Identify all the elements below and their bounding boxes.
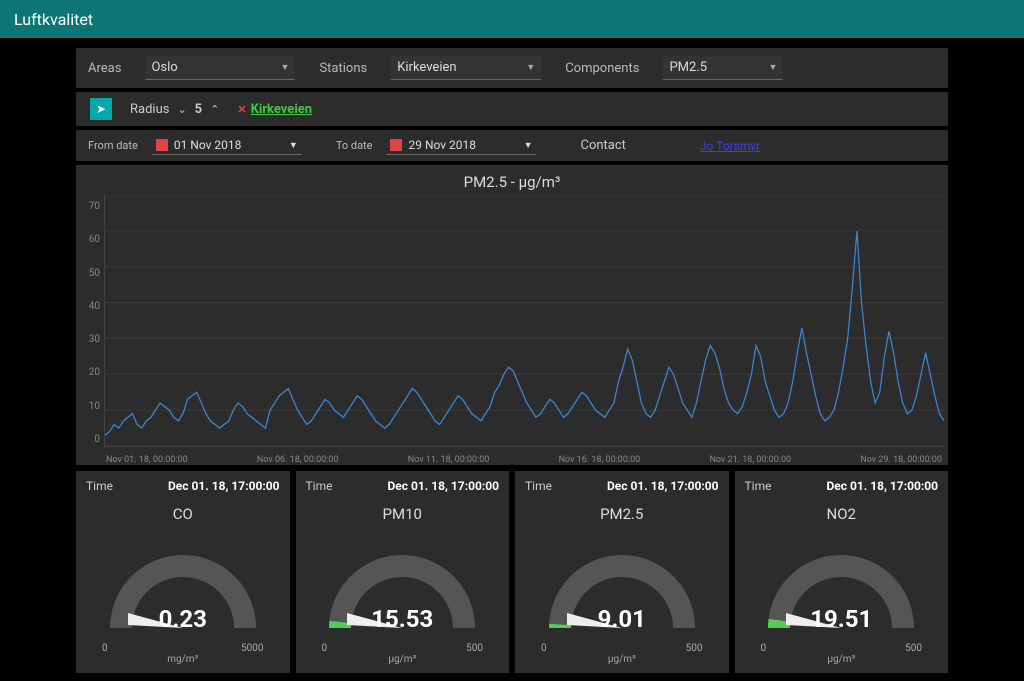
- gauge-card-pm10: Time Dec 01. 18, 17:00:00 PM10 15.53 0 5…: [296, 471, 510, 673]
- gauge-min: 0: [541, 643, 547, 654]
- gauge-max: 5000: [241, 643, 263, 654]
- calendar-icon: [156, 139, 168, 151]
- gauge-row: Time Dec 01. 18, 17:00:00 CO 0.23 0 5000…: [76, 471, 948, 673]
- gauge-name: PM2.5: [525, 505, 719, 523]
- chevron-up-icon[interactable]: ⌃: [210, 105, 219, 114]
- contact-label: Contact: [580, 138, 625, 153]
- gauge-name: PM10: [306, 505, 500, 523]
- area-value: Oslo: [151, 60, 177, 75]
- gauge-unit: mg/m³: [86, 654, 280, 665]
- x-axis-labels: Nov 01. 18, 00:00:00Nov 06. 18, 00:00:00…: [104, 455, 944, 465]
- gauge-unit: µg/m³: [745, 654, 939, 665]
- gauge-value: 15.53: [307, 605, 497, 633]
- gauge-time-value: Dec 01. 18, 17:00:00: [607, 479, 719, 493]
- navigate-icon[interactable]: ➤: [90, 98, 112, 120]
- area-select[interactable]: Oslo ▼: [145, 56, 295, 80]
- chevron-down-icon: ▼: [769, 62, 778, 73]
- component-value: PM2.5: [669, 60, 707, 75]
- gauge-time-value: Dec 01. 18, 17:00:00: [387, 479, 499, 493]
- radius-stepper-up[interactable]: ⌃: [210, 105, 219, 114]
- station-select[interactable]: Kirkeveien ▼: [391, 56, 541, 80]
- station-label: Stations: [319, 61, 367, 76]
- gauge-max: 500: [686, 643, 703, 654]
- gauge-unit: µg/m³: [525, 654, 719, 665]
- chevron-down-icon: ▼: [281, 62, 290, 73]
- date-row: From date 01 Nov 2018 ▼ To date 29 Nov 2…: [76, 130, 948, 161]
- filter-bar: Areas Oslo ▼ Stations Kirkeveien ▼ Compo…: [76, 48, 948, 88]
- gauge-unit: µg/m³: [306, 654, 500, 665]
- from-date-label: From date: [88, 140, 138, 152]
- gauge-card-no2: Time Dec 01. 18, 17:00:00 NO2 19.51 0 50…: [735, 471, 949, 673]
- chevron-down-icon: ▼: [289, 140, 298, 151]
- chart-title: PM2.5 - µg/m³: [80, 169, 944, 195]
- gauge-min: 0: [102, 643, 108, 654]
- to-date-input[interactable]: 29 Nov 2018 ▼: [386, 136, 536, 155]
- calendar-icon: [390, 139, 402, 151]
- gauge-min: 0: [322, 643, 328, 654]
- gauge-name: CO: [86, 505, 280, 523]
- gauge-time-value: Dec 01. 18, 17:00:00: [826, 479, 938, 493]
- gauge-min: 0: [761, 643, 767, 654]
- radius-row: ➤ Radius ⌄ 5 ⌃ Kirkeveien: [76, 92, 948, 126]
- to-date-label: To date: [336, 140, 373, 152]
- gauge-value: 19.51: [746, 605, 936, 633]
- gauge-time-value: Dec 01. 18, 17:00:00: [168, 479, 280, 493]
- component-label: Components: [565, 61, 639, 76]
- area-label: Areas: [88, 61, 121, 76]
- chevron-down-icon[interactable]: ⌄: [177, 105, 186, 114]
- to-date-value: 29 Nov 2018: [408, 138, 476, 152]
- radius-value: 5: [195, 102, 202, 117]
- chevron-down-icon: ▼: [524, 140, 533, 151]
- chart-series: [105, 231, 944, 435]
- gauge-time-label: Time: [86, 479, 113, 493]
- station-link[interactable]: Kirkeveien: [237, 102, 312, 117]
- gauge-value: 0.23: [88, 605, 278, 633]
- station-value: Kirkeveien: [397, 60, 456, 75]
- radius-label: Radius: [130, 102, 169, 117]
- gauge-time-label: Time: [525, 479, 552, 493]
- app-title: Luftkvalitet: [14, 10, 93, 29]
- gauge-max: 500: [466, 643, 483, 654]
- contact-link[interactable]: Jo Torsmyr: [700, 139, 760, 153]
- y-axis-labels: 706050403020100: [80, 195, 104, 465]
- from-date-input[interactable]: 01 Nov 2018 ▼: [152, 136, 302, 155]
- gauge-card-pm2.5: Time Dec 01. 18, 17:00:00 PM2.5 9.01 0 5…: [515, 471, 729, 673]
- gauge-value: 9.01: [527, 605, 717, 633]
- from-date-value: 01 Nov 2018: [174, 138, 242, 152]
- chart-plot[interactable]: [104, 195, 944, 447]
- chevron-down-icon: ▼: [526, 62, 535, 73]
- gauge-max: 500: [905, 643, 922, 654]
- gauge-time-label: Time: [745, 479, 772, 493]
- radius-stepper[interactable]: ⌄: [177, 105, 186, 114]
- gauge-time-label: Time: [306, 479, 333, 493]
- app-header: Luftkvalitet: [0, 0, 1024, 38]
- gauge-card-co: Time Dec 01. 18, 17:00:00 CO 0.23 0 5000…: [76, 471, 290, 673]
- component-select[interactable]: PM2.5 ▼: [663, 56, 783, 80]
- chart-area: 706050403020100 Nov 01. 18, 00:00:00Nov …: [80, 195, 944, 465]
- chart-panel: PM2.5 - µg/m³ 706050403020100 Nov 01. 18…: [76, 165, 948, 465]
- gauge-name: NO2: [745, 505, 939, 523]
